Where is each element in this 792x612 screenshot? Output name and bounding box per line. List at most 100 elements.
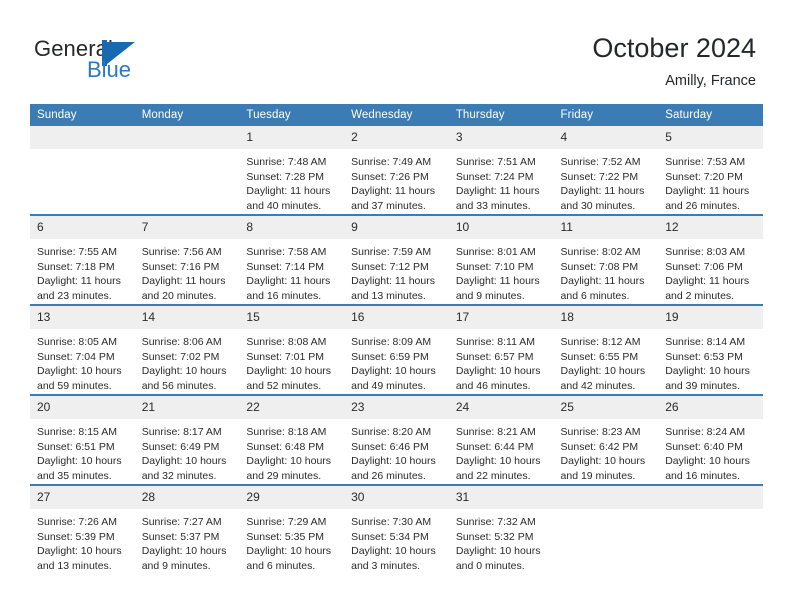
calendar-day-cell[interactable]: 25 Sunrise: 8:23 AM Sunset: 6:42 PM Dayligh… [553,394,659,485]
calendar-day-cell[interactable]: 31 Sunrise: 7:32 AM Sunset: 5:32 PM Dayligh… [448,484,554,574]
day-number [134,126,240,149]
sunset-text: Sunset: 7:20 PM [665,170,743,183]
calendar-day-cell[interactable]: 24 Sunrise: 8:21 AM Sunset: 6:44 PM Dayligh… [448,394,554,485]
sunset-text: Sunset: 7:16 PM [141,260,220,273]
daylight-text-line1: Daylight: 10 hours [560,365,646,378]
daylight-text-line2: and 35 minutes. [37,469,112,482]
day-details: Sunrise: 8:15 AM Sunset: 6:51 PM Daylight:… [30,419,135,483]
calendar-day-cell[interactable]: 15 Sunrise: 8:08 AM Sunset: 7:01 PM Dayligh… [239,304,345,395]
sunset-text: Sunset: 6:44 PM [455,440,534,453]
calendar-day-cell[interactable]: 23 Sunrise: 8:20 AM Sunset: 6:46 PM Dayligh… [344,394,449,485]
weekday-header-sunday: Sunday [30,104,135,126]
daylight-text-line2: and 33 minutes. [455,199,531,212]
sunrise-text: Sunrise: 7:55 AM [37,246,117,258]
calendar-day-cell[interactable]: 10 Sunrise: 8:01 AM Sunset: 7:10 PM Dayligh… [448,214,554,305]
daylight-text-line1: Daylight: 11 hours [141,275,226,288]
sunset-text: Sunset: 6:53 PM [665,350,743,363]
calendar-day-cell[interactable]: 7 Sunrise: 7:56 AM Sunset: 7:16 PM Daylight… [134,214,240,305]
day-details: Sunrise: 7:53 AM Sunset: 7:20 PM Daylight:… [658,149,763,213]
calendar-day-cell[interactable]: 16 Sunrise: 8:09 AM Sunset: 6:59 PM Dayligh… [344,304,449,395]
daylight-text-line1: Daylight: 10 hours [141,455,227,468]
day-number: 24 [448,396,554,419]
calendar-page: General Blue October 2024 Amilly, France… [0,0,792,612]
day-number: 22 [239,396,345,419]
day-details: Sunrise: 7:49 AM Sunset: 7:26 PM Daylight:… [344,149,449,213]
daylight-text-line2: and 6 minutes. [560,289,630,302]
day-details: Sunrise: 8:02 AM Sunset: 7:08 PM Daylight:… [554,239,659,303]
day-number: 1 [239,126,345,149]
calendar-day-cell[interactable]: 14 Sunrise: 8:06 AM Sunset: 7:02 PM Dayligh… [134,304,240,395]
sunrise-text: Sunrise: 8:18 AM [246,426,327,438]
daylight-text-line2: and 3 minutes. [351,559,420,572]
calendar-day-cell[interactable]: 13 Sunrise: 8:05 AM Sunset: 7:04 PM Dayligh… [30,304,135,395]
calendar-day-cell[interactable]: 28 Sunrise: 7:27 AM Sunset: 5:37 PM Dayligh… [134,484,240,574]
daylight-text-line2: and 40 minutes. [246,199,322,212]
day-details: Sunrise: 7:32 AM Sunset: 5:32 PM Daylight:… [449,509,554,573]
calendar-day-cell[interactable]: 9 Sunrise: 7:59 AM Sunset: 7:12 PM Daylight… [344,214,449,305]
sunrise-text: Sunrise: 7:29 AM [246,516,327,528]
calendar-day-cell[interactable]: 1 Sunrise: 7:48 AM Sunset: 7:28 PM Daylight… [239,126,345,215]
weekday-header-thursday: Thursday [448,104,554,126]
day-number: 30 [344,486,449,509]
brand-logo[interactable]: General Blue [34,36,214,88]
daylight-text-line1: Daylight: 10 hours [455,365,541,378]
title-block: October 2024 Amilly, France [592,32,756,91]
calendar-week-row: 1 Sunrise: 7:48 AM Sunset: 7:28 PM Daylight… [30,126,763,215]
calendar-day-cell[interactable]: 19 Sunrise: 8:14 AM Sunset: 6:53 PM Dayligh… [658,304,763,395]
daylight-text-line2: and 6 minutes. [246,559,316,572]
daylight-text-line2: and 22 minutes. [455,469,531,482]
sunset-text: Sunset: 7:10 PM [455,260,534,273]
sunset-text: Sunset: 7:12 PM [351,260,429,273]
day-number: 9 [344,216,449,239]
calendar-day-cell[interactable]: 22 Sunrise: 8:18 AM Sunset: 6:48 PM Dayligh… [239,394,345,485]
day-details: Sunrise: 8:21 AM Sunset: 6:44 PM Daylight:… [449,419,554,483]
calendar-day-cell[interactable]: 17 Sunrise: 8:11 AM Sunset: 6:57 PM Dayligh… [448,304,554,395]
day-number: 16 [344,306,449,329]
calendar-day-cell[interactable]: 18 Sunrise: 8:12 AM Sunset: 6:55 PM Dayligh… [553,304,659,395]
calendar-day-cell[interactable]: 30 Sunrise: 7:30 AM Sunset: 5:34 PM Dayligh… [344,484,449,574]
calendar-day-cell[interactable]: 3 Sunrise: 7:51 AM Sunset: 7:24 PM Daylight… [448,126,554,215]
daylight-text-line2: and 19 minutes. [560,469,636,482]
day-number: 7 [134,216,240,239]
daylight-text-line1: Daylight: 11 hours [665,275,750,288]
daylight-text-line1: Daylight: 11 hours [560,275,645,288]
calendar-week-row: 13 Sunrise: 8:05 AM Sunset: 7:04 PM Dayligh… [30,304,763,395]
calendar-day-cell[interactable]: 27 Sunrise: 7:26 AM Sunset: 5:39 PM Dayligh… [30,484,135,574]
calendar-day-cell[interactable]: 8 Sunrise: 7:58 AM Sunset: 7:14 PM Daylight… [239,214,345,305]
calendar-day-cell[interactable]: 29 Sunrise: 7:29 AM Sunset: 5:35 PM Dayligh… [239,484,345,574]
day-details [30,149,135,155]
calendar-day-cell[interactable]: 2 Sunrise: 7:49 AM Sunset: 7:26 PM Daylight… [344,126,449,215]
day-details: Sunrise: 7:48 AM Sunset: 7:28 PM Daylight:… [239,149,344,213]
calendar-day-cell[interactable]: 11 Sunrise: 8:02 AM Sunset: 7:08 PM Dayligh… [553,214,659,305]
sunset-text: Sunset: 7:04 PM [37,350,115,363]
daylight-text-line1: Daylight: 10 hours [351,455,436,468]
calendar-table: Sunday Monday Tuesday Wednesday Thursday Frid… [30,104,763,574]
sunset-text: Sunset: 7:24 PM [455,170,534,183]
page-header: General Blue October 2024 Amilly, France [0,0,792,100]
daylight-text-line2: and 9 minutes. [141,559,211,572]
daylight-text-line2: and 37 minutes. [351,199,426,212]
day-details [554,509,659,515]
daylight-text-line2: and 13 minutes. [351,289,426,302]
calendar-day-cell[interactable]: 20 Sunrise: 8:15 AM Sunset: 6:51 PM Dayligh… [30,394,135,485]
sunset-text: Sunset: 5:39 PM [37,530,115,543]
sunset-text: Sunset: 6:40 PM [665,440,743,453]
daylight-text-line2: and 16 minutes. [246,289,322,302]
calendar-day-cell[interactable]: 12 Sunrise: 8:03 AM Sunset: 7:06 PM Dayligh… [658,214,763,305]
daylight-text-line2: and 9 minutes. [455,289,525,302]
day-number: 12 [658,216,763,239]
sunrise-text: Sunrise: 7:52 AM [560,156,641,168]
calendar-day-cell[interactable]: 4 Sunrise: 7:52 AM Sunset: 7:22 PM Daylight… [553,126,659,215]
daylight-text-line2: and 29 minutes. [246,469,322,482]
sunset-text: Sunset: 6:55 PM [560,350,639,363]
daylight-text-line1: Daylight: 10 hours [246,365,332,378]
sunrise-text: Sunrise: 8:23 AM [560,426,641,438]
calendar-day-cell[interactable]: 5 Sunrise: 7:53 AM Sunset: 7:20 PM Daylight… [658,126,763,215]
daylight-text-line1: Daylight: 11 hours [455,185,540,198]
day-number: 20 [30,396,135,419]
day-details [658,509,763,515]
calendar-day-cell[interactable]: 6 Sunrise: 7:55 AM Sunset: 7:18 PM Daylight… [30,214,135,305]
calendar-day-cell[interactable]: 26 Sunrise: 8:24 AM Sunset: 6:40 PM Dayligh… [658,394,763,485]
calendar-day-cell[interactable]: 21 Sunrise: 8:17 AM Sunset: 6:49 PM Dayligh… [134,394,240,485]
day-details: Sunrise: 7:30 AM Sunset: 5:34 PM Daylight:… [344,509,449,573]
